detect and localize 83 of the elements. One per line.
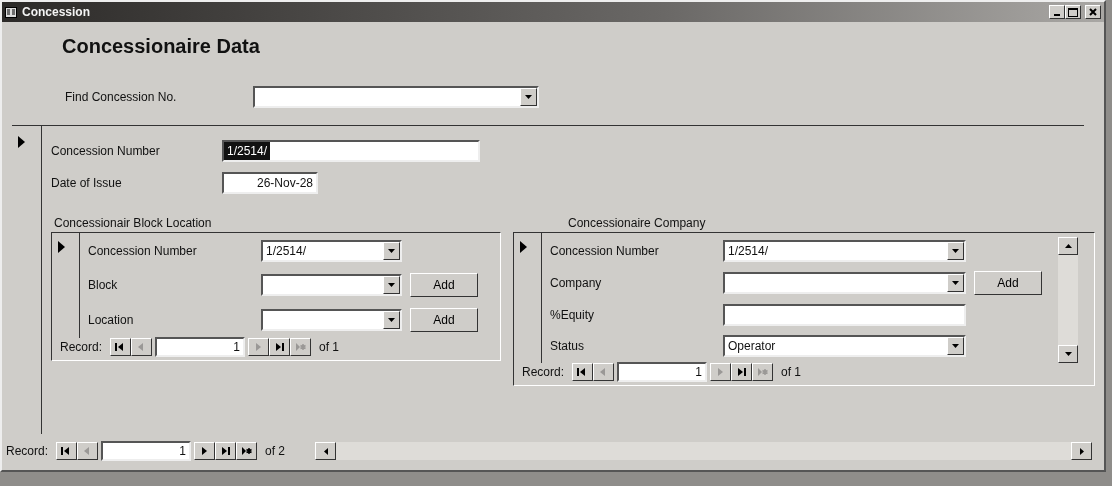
caret-icon [525, 95, 532, 99]
last-record-button[interactable] [731, 363, 753, 381]
scroll-right-button[interactable] [1071, 442, 1092, 460]
right-arrow-icon [1079, 447, 1084, 455]
form-icon [5, 6, 17, 18]
record-selector-icon [18, 135, 25, 148]
record-number-field[interactable]: 1 [101, 441, 192, 461]
text-field[interactable]: 1/2514/ [222, 140, 480, 162]
new-record-icon [757, 367, 769, 377]
record-label: Record: [522, 364, 565, 381]
record-number-field[interactable]: 1 [155, 337, 246, 357]
field-label: %Equity [550, 307, 596, 324]
scroll-down-button[interactable] [1058, 345, 1078, 363]
first-record-button[interactable] [56, 442, 78, 460]
subform-title: Concessionair Block Location [54, 215, 213, 232]
dropdown-field[interactable]: 1/2514/ [261, 240, 402, 262]
form-title: Concessionaire Data [62, 34, 260, 58]
record-selector-icon [58, 240, 65, 253]
field-label: Status [550, 338, 586, 355]
scroll-up-button[interactable] [1058, 237, 1078, 255]
field-label: Block [88, 277, 119, 294]
record-label: Record: [60, 339, 103, 356]
horizontal-scrollbar[interactable] [315, 442, 1092, 460]
last-record-icon [274, 342, 286, 352]
caret-icon [388, 249, 395, 253]
maximize-icon [1068, 7, 1078, 17]
maximize-button[interactable] [1065, 5, 1081, 19]
new-record-icon [295, 342, 307, 352]
dropdown-field[interactable]: 1/2514/ [723, 240, 966, 262]
dropdown-button[interactable] [947, 274, 964, 292]
field-label: Company [550, 275, 603, 292]
dropdown-field[interactable] [261, 274, 402, 296]
field-label: Concession Number [550, 243, 660, 260]
dropdown-button[interactable] [520, 88, 537, 106]
text-field[interactable] [723, 304, 966, 326]
last-record-icon [220, 446, 232, 456]
dropdown-button[interactable] [383, 311, 400, 329]
minimize-button[interactable] [1049, 5, 1065, 19]
vertical-scrollbar[interactable] [1058, 237, 1078, 363]
field-label: Find Concession No. [64, 89, 178, 106]
field-label: Concession Number [51, 143, 161, 160]
add-button[interactable]: Add [410, 273, 478, 297]
caret-icon [952, 249, 959, 253]
dropdown-button[interactable] [947, 337, 964, 355]
close-button[interactable] [1085, 5, 1101, 19]
record-count: of 1 [781, 364, 802, 381]
add-button[interactable]: Add [410, 308, 478, 332]
field-label: Location [88, 312, 135, 329]
field-label: Concession Number [88, 243, 198, 260]
dropdown-field[interactable] [261, 309, 402, 331]
caret-icon [952, 344, 959, 348]
next-record-button[interactable] [194, 442, 216, 460]
dropdown-button[interactable] [947, 242, 964, 260]
first-record-button[interactable] [110, 338, 132, 356]
last-record-button[interactable] [269, 338, 291, 356]
left-arrow-icon [323, 447, 328, 455]
record-selector-icon [520, 240, 527, 253]
last-record-icon [736, 367, 748, 377]
last-record-button[interactable] [215, 442, 237, 460]
new-record-icon [241, 446, 253, 456]
field-label: Date of Issue [51, 175, 123, 192]
dropdown-field[interactable] [723, 272, 966, 294]
add-button[interactable]: Add [974, 271, 1042, 295]
record-count: of 2 [265, 443, 286, 460]
caret-icon [388, 283, 395, 287]
new-record-button[interactable] [236, 442, 258, 460]
down-arrow-icon [1064, 352, 1072, 356]
record-number-field[interactable]: 1 [617, 362, 708, 382]
dropdown-button[interactable] [383, 276, 400, 294]
subform-title: Concessionaire Company [568, 215, 707, 232]
up-arrow-icon [1064, 244, 1072, 248]
dropdown-button[interactable] [383, 242, 400, 260]
caret-icon [388, 318, 395, 322]
caret-icon [952, 281, 959, 285]
date-field[interactable]: 26-Nov-28 [222, 172, 318, 194]
record-count: of 1 [319, 339, 340, 356]
dropdown-field[interactable]: Operator [723, 335, 966, 357]
first-record-button[interactable] [572, 363, 594, 381]
window-title: Concession [22, 4, 90, 21]
close-icon [1089, 8, 1097, 16]
record-label: Record: [6, 443, 49, 460]
dropdown-field[interactable] [253, 86, 539, 108]
scroll-left-button[interactable] [315, 442, 337, 460]
